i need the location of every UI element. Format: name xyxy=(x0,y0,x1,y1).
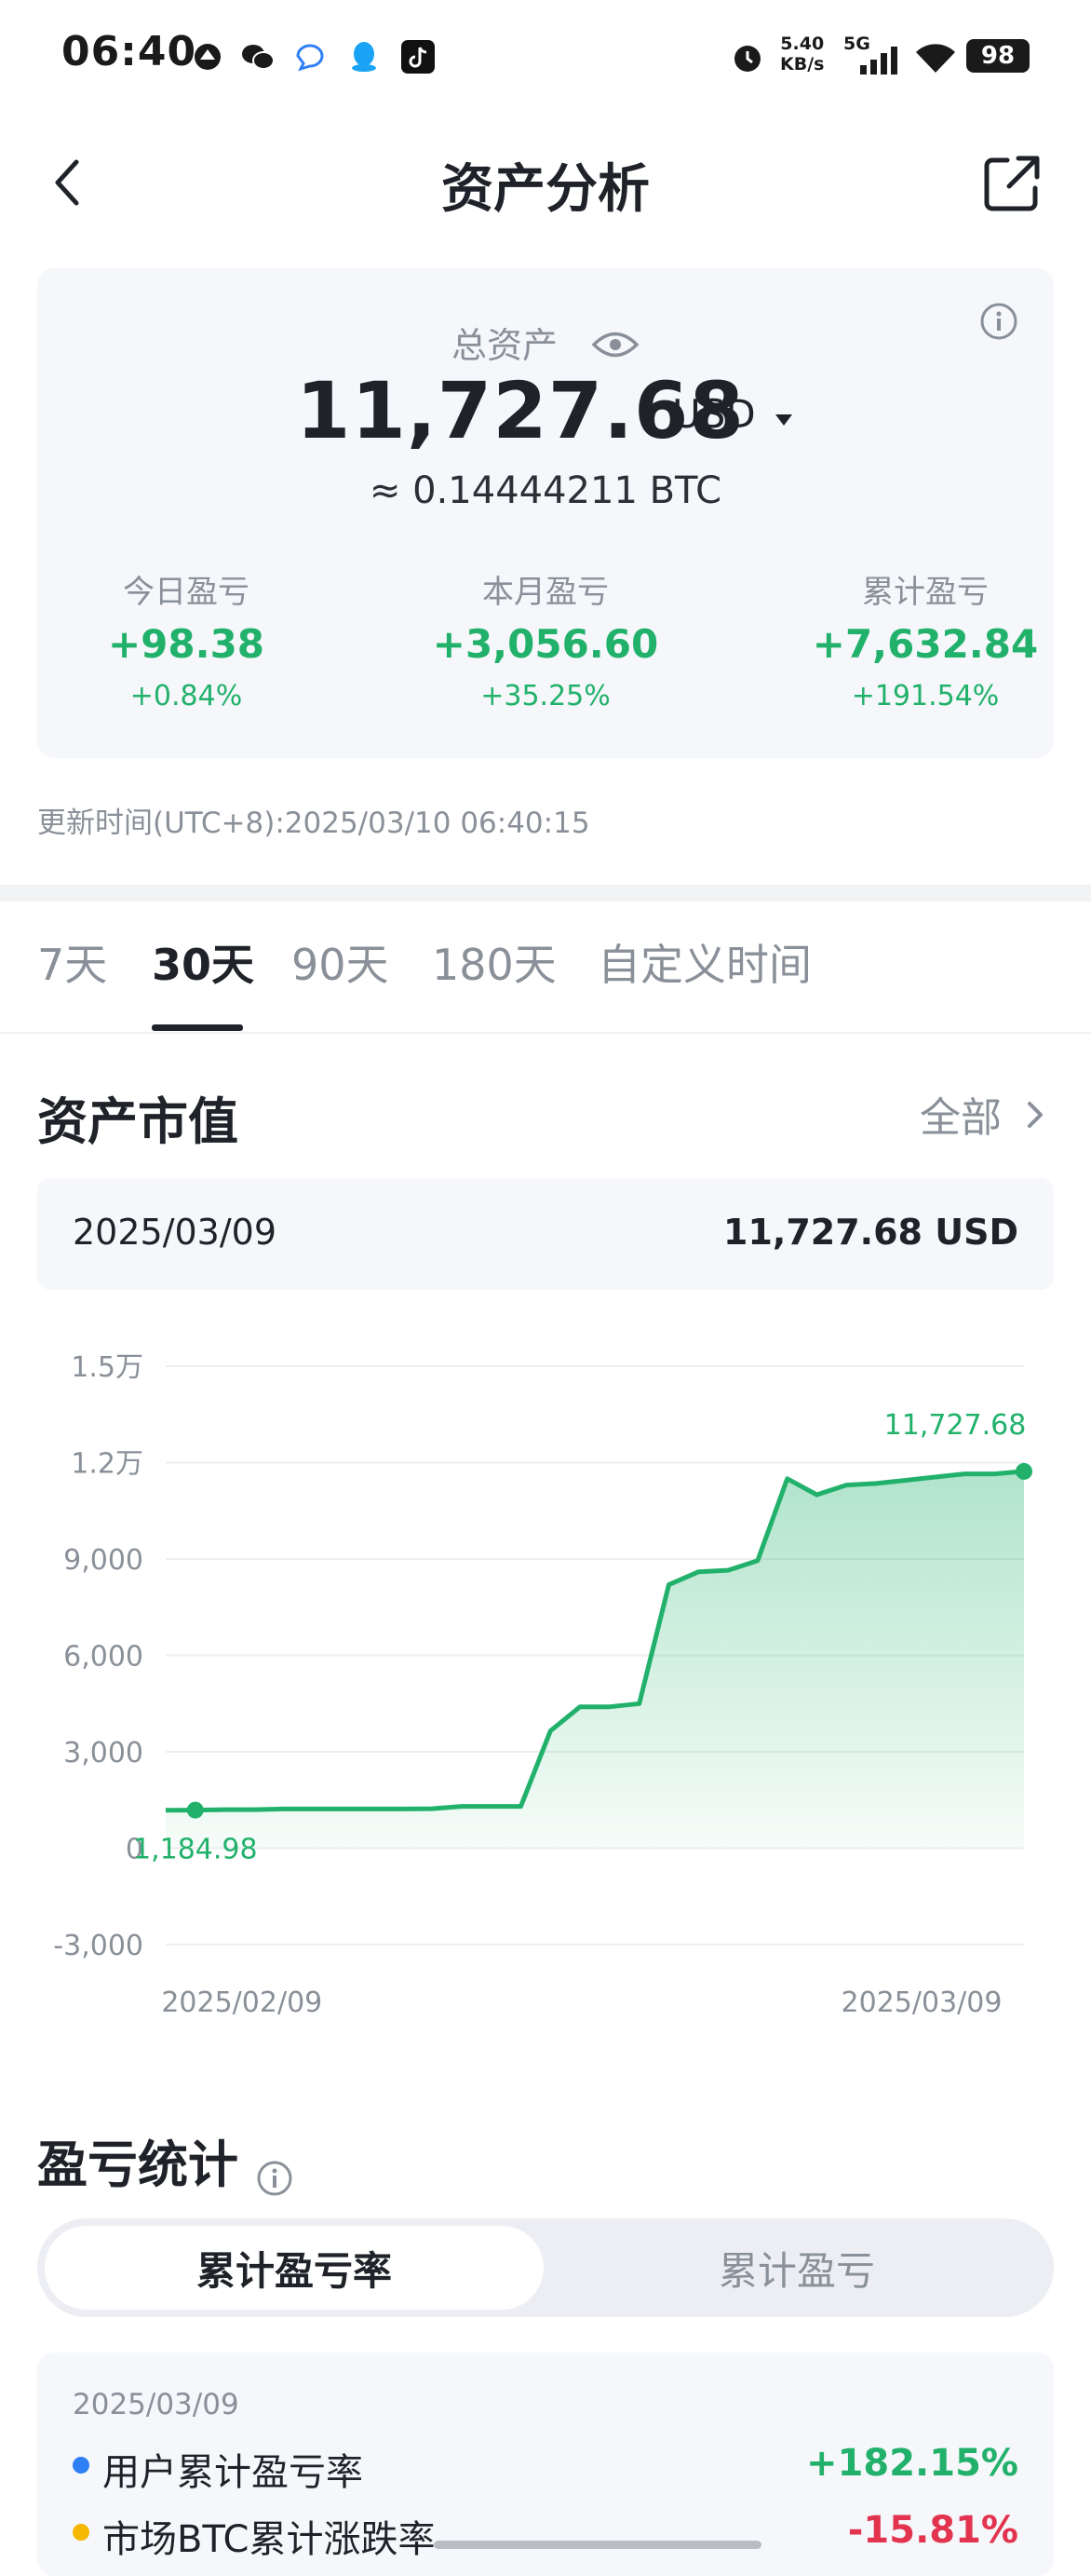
stat-value: +98.38 xyxy=(107,621,265,667)
currency-label: USD xyxy=(672,391,756,437)
qq-icon xyxy=(346,39,382,75)
data-label: 11,727.68 xyxy=(884,1409,1027,1442)
active-tab-indicator xyxy=(152,1024,243,1031)
legend-value: -15.81% xyxy=(847,2509,1018,2552)
section-divider xyxy=(0,885,1091,902)
btc-equivalent: ≈ 0.14444211 BTC xyxy=(369,469,722,512)
alarm-icon xyxy=(730,39,765,75)
y-tick-label: 1.5万 xyxy=(71,1351,143,1384)
x-tick-label: 2025/02/09 xyxy=(161,1986,322,2019)
stat-pct: +35.25% xyxy=(480,680,611,712)
stat-today-pnl: 今日盈亏 +98.38 +0.84% xyxy=(37,566,335,712)
status-time: 06:40 xyxy=(61,28,197,75)
legend-row-user: 用户累计盈亏率 +182.15% xyxy=(73,2442,1018,2494)
period-tabs: 7天 30天 90天 180天 自定义时间 xyxy=(0,931,1091,1034)
tab-180d[interactable]: 180天 xyxy=(432,931,557,993)
browser-icon xyxy=(190,39,225,75)
stat-pct: +191.54% xyxy=(851,680,1000,712)
market-value-title: 资产市值 xyxy=(37,1092,238,1151)
selected-point-row: 2025/03/09 11,727.68 USD xyxy=(37,1178,1054,1290)
y-tick-label: 3,000 xyxy=(63,1737,143,1769)
legend-dot xyxy=(73,2457,89,2474)
wechat-icon xyxy=(240,39,276,75)
chevron-right-icon xyxy=(1028,1102,1043,1128)
selected-date: 2025/03/09 xyxy=(73,1212,277,1253)
y-tick-label: 1.2万 xyxy=(71,1448,143,1481)
stat-value: +7,632.84 xyxy=(812,621,1039,667)
caret-down-icon xyxy=(775,414,793,426)
data-label: 1,184.98 xyxy=(133,1834,258,1866)
all-link[interactable]: 全部 xyxy=(920,1084,1046,1144)
data-point xyxy=(1016,1462,1032,1480)
stat-label: 本月盈亏 xyxy=(482,574,609,611)
y-tick-label: 9,000 xyxy=(63,1544,143,1577)
update-time: 更新时间(UTC+8):2025/03/10 06:40:15 xyxy=(37,807,590,840)
area-fill xyxy=(166,1471,1024,1849)
stat-pct: +0.84% xyxy=(129,680,243,712)
share-icon xyxy=(984,156,1040,211)
all-link-label: 全部 xyxy=(920,1094,1002,1142)
total-assets-label: 总资产 xyxy=(0,317,1091,369)
chat-bubble-icon xyxy=(292,39,328,75)
info-icon[interactable] xyxy=(256,2160,293,2197)
pnl-segment-control: 累计盈亏率 累计盈亏 xyxy=(37,2218,1054,2317)
tab-30d[interactable]: 30天 xyxy=(152,931,254,993)
currency-selector[interactable]: USD xyxy=(672,391,794,437)
eye-icon[interactable] xyxy=(591,328,640,369)
wifi-icon xyxy=(914,41,957,78)
tab-custom[interactable]: 自定义时间 xyxy=(598,931,812,993)
home-indicator[interactable] xyxy=(434,2541,761,2549)
stat-value: +3,056.60 xyxy=(432,621,659,667)
selected-value: 11,727.68 USD xyxy=(723,1212,1018,1253)
data-point xyxy=(186,1801,204,1819)
legend-dot xyxy=(73,2524,89,2541)
battery-indicator: 98 xyxy=(966,39,1030,73)
segment-cumulative-rate[interactable]: 累计盈亏率 xyxy=(45,2226,544,2310)
pnl-title: 盈亏统计 xyxy=(37,2135,238,2194)
x-tick-label: 2025/03/09 xyxy=(842,1986,1003,2019)
segment-cumulative-pnl[interactable]: 累计盈亏 xyxy=(547,2226,1046,2310)
stat-label: 今日盈亏 xyxy=(123,574,249,611)
tiktok-icon xyxy=(400,39,436,75)
signal-icon xyxy=(858,47,899,78)
page-title: 资产分析 xyxy=(441,159,650,220)
net-speed: 5.40 KB/s xyxy=(780,34,825,75)
tab-90d[interactable]: 90天 xyxy=(291,931,389,993)
stat-cumulative-pnl: 累计盈亏 +7,632.84 +191.54% xyxy=(776,566,1074,712)
pnl-header: 盈亏统计 xyxy=(37,2123,293,2197)
tab-7d[interactable]: 7天 xyxy=(37,931,107,993)
pnl-date: 2025/03/09 xyxy=(73,2388,239,2421)
asset-value-chart[interactable]: 1.5万1.2万9,0006,0003,0000-3,000 2025/02/0… xyxy=(0,1322,1091,2049)
y-tick-label: -3,000 xyxy=(53,1930,143,1962)
share-button[interactable] xyxy=(981,153,1043,214)
y-tick-label: 6,000 xyxy=(63,1641,143,1674)
legend-name: 用户累计盈亏率 xyxy=(102,2451,363,2494)
legend-name: 市场BTC累计涨跌率 xyxy=(102,2518,436,2561)
stat-label: 累计盈亏 xyxy=(862,574,989,611)
stat-month-pnl: 本月盈亏 +3,056.60 +35.25% xyxy=(397,566,694,712)
legend-value: +182.15% xyxy=(806,2442,1018,2485)
